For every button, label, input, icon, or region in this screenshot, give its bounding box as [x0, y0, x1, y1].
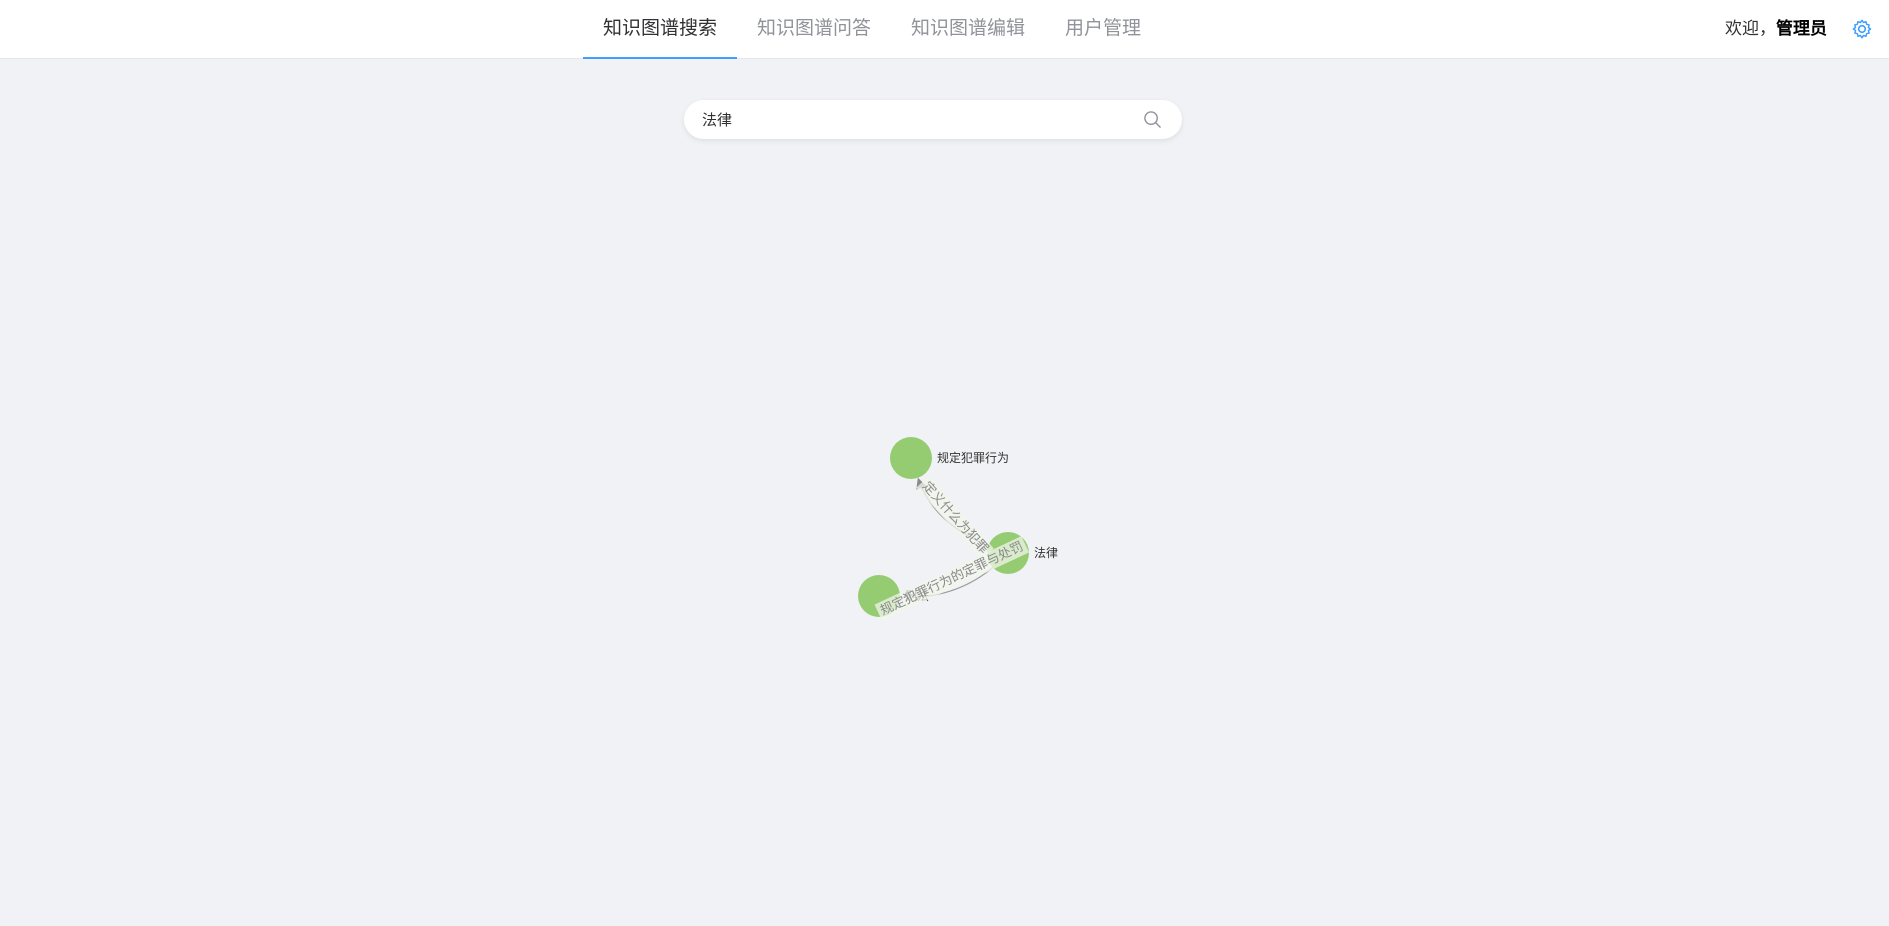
graph-node-label: 规定犯罪行为 [937, 450, 1009, 465]
greeting-text: 欢迎， [1725, 19, 1776, 39]
top-navbar: 知识图谱搜索 知识图谱问答 知识图谱编辑 用户管理 欢迎，管理员 [0, 0, 1889, 59]
edge-label-text: 定义什么为犯罪 [919, 479, 991, 557]
user-name: 管理员 [1776, 19, 1827, 39]
gear-icon[interactable] [1851, 18, 1873, 40]
knowledge-graph[interactable]: 法律规定犯罪行为刑法 定义什么为犯罪规定犯罪行为的定罪与处罚 [0, 59, 1889, 926]
graph-node-label: 法律 [1034, 546, 1058, 560]
graph-node-circle[interactable] [890, 437, 932, 479]
edge-label-text: 规定犯罪行为的定罪与处罚 [878, 538, 1026, 618]
graph-node-guiding[interactable]: 规定犯罪行为 [890, 437, 1009, 479]
user-greeting: 欢迎，管理员 [1725, 0, 1827, 59]
edge-label: 定义什么为犯罪 [916, 476, 994, 560]
tab-kg-edit[interactable]: 知识图谱编辑 [891, 0, 1045, 59]
tab-kg-qa[interactable]: 知识图谱问答 [737, 0, 891, 59]
tab-kg-search[interactable]: 知识图谱搜索 [583, 0, 738, 59]
tab-user-management[interactable]: 用户管理 [1045, 0, 1161, 59]
main-tabs: 知识图谱搜索 知识图谱问答 知识图谱编辑 用户管理 [583, 0, 1161, 59]
edge-label: 规定犯罪行为的定罪与处罚 [874, 536, 1030, 621]
